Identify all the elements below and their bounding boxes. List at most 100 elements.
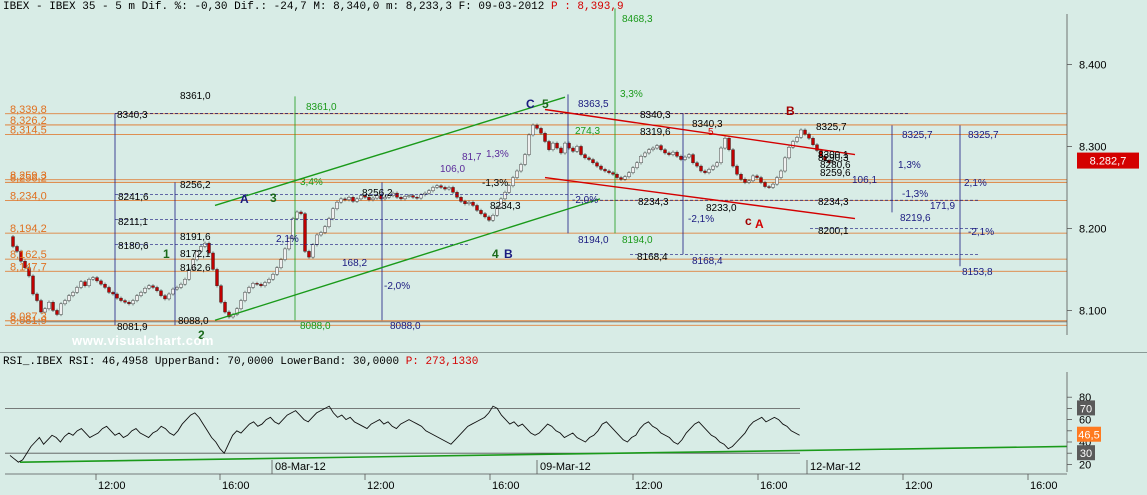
candle-body [251,283,255,288]
price-annotation: 8325,7 [816,122,847,133]
wave-label: B [504,247,513,261]
fib-level-label: 8,147,7 [10,261,47,273]
candle-body [419,194,423,199]
candle-body [243,292,247,301]
candle-body [223,302,227,313]
chart-canvas[interactable]: 8,339,88,326,28,314,58,259,38,256,28,234… [0,0,1147,495]
price-annotation: 8361,0 [306,102,337,113]
candle-body [579,146,583,155]
header-dif: Dif.: -24,7 [234,1,307,13]
x-date-label: 09-Mar-12 [540,461,591,473]
candle-body [475,205,479,211]
candle-body [75,287,79,293]
candle-body [611,172,615,175]
candle-body [255,283,259,285]
candle-body [239,300,243,309]
candle-body [535,124,539,129]
candle-body [431,187,435,191]
candle-body [575,146,579,152]
candle-body [215,269,219,286]
candle-body [727,137,731,150]
candle-body [123,300,127,303]
candle-body [99,280,103,285]
candle-body [663,149,667,154]
price-annotation: -2,1% [968,227,994,238]
header-dif-pct: Dif. %: -0,30 [141,1,228,13]
candle-body [115,293,119,299]
fib-level-label: 8,256,2 [10,172,47,184]
candle-body [515,170,519,178]
price-annotation: 8194,0 [578,235,609,246]
candle-body [399,197,403,200]
header-symbol: IBEX - IBEX 35 - 5 m [3,1,136,13]
candle-body [759,177,763,183]
candle-body [655,145,659,149]
candle-body [627,172,631,177]
candle-body [259,283,263,287]
candle-body [523,154,527,165]
candle-body [491,215,495,221]
candle-body [619,177,623,180]
candle-body [283,248,287,260]
candle-body [587,157,591,160]
price-annotation: 8234,3 [490,201,521,212]
candle-body [771,183,775,188]
candle-body [159,290,163,296]
candle-body [659,145,663,150]
candle-body [751,175,755,182]
candle-body [415,197,419,199]
price-annotation: 8191,6 [180,232,211,243]
candle-body [715,162,719,167]
price-annotation: 8234,3 [818,197,849,208]
candle-body [11,236,15,247]
price-axis-label: 8.400 [1079,59,1107,71]
price-annotation: 8325,7 [902,130,933,141]
candle-body [119,297,123,301]
price-annotation: 8200,1 [818,226,849,237]
price-annotation: 5 [708,127,714,138]
price-annotation: -1,3% [482,178,508,189]
candle-body [483,213,487,218]
candle-body [351,197,355,202]
candle-body [455,192,459,198]
candle-body [211,252,215,270]
candle-body [163,295,167,300]
candle-body [179,283,183,288]
candle-body [799,129,803,138]
candle-body [807,133,811,139]
price-annotation: 8241,6 [118,192,149,203]
candle-body [319,232,323,236]
candle-body [143,288,147,293]
rsi-current-label: 46,5 [1078,430,1099,442]
candle-body [31,275,35,295]
candle-body [451,187,455,193]
candle-body [531,124,535,136]
candle-body [447,187,451,190]
candle-body [55,310,59,315]
x-time-label: 12:00 [905,480,933,492]
wave-label: A [240,192,249,206]
header-date: F: 09-03-2012 [458,1,545,13]
price-annotation: 8256,2 [362,188,393,199]
candle-body [327,218,331,227]
price-annotation: 8168,4 [692,256,723,267]
candle-body [555,142,559,149]
price-annotation: 1,3% [486,149,509,160]
candle-body [147,285,151,289]
candle-body [803,129,807,135]
candle-body [343,198,347,201]
candle-body [563,142,567,154]
price-annotation: 8168,4 [637,252,668,263]
price-annotation: 2,1% [964,178,987,189]
candle-body [731,149,735,167]
candle-body [435,185,439,188]
price-annotation: -1,3% [902,189,928,200]
header-price-label: P : 8,393,9 [551,1,624,13]
candle-body [267,279,271,283]
candle-body [671,151,675,155]
x-time-label: 16:00 [222,480,250,492]
candle-body [471,201,475,206]
candle-body [551,142,555,150]
x-time-label: 12:00 [98,480,126,492]
candle-body [643,152,647,157]
